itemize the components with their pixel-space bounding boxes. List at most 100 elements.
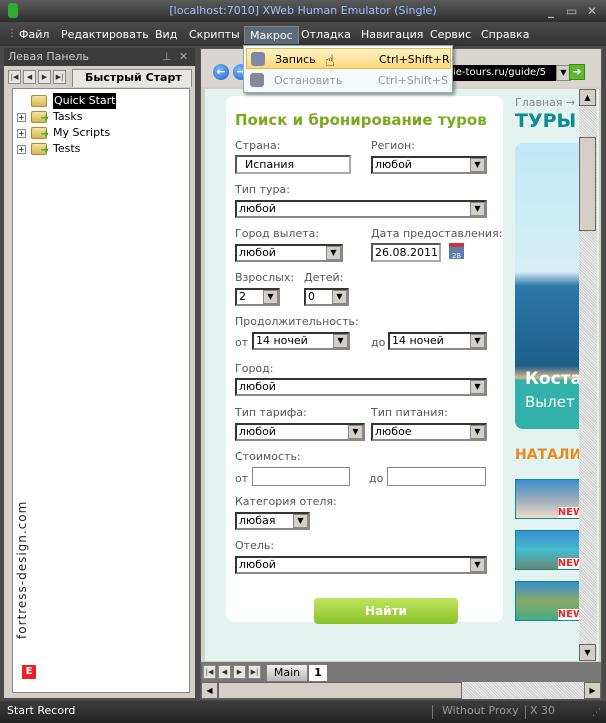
children-value: 0 — [308, 290, 315, 303]
banner-title: Коста — [525, 369, 582, 389]
breadcrumb[interactable]: Главная → Н — [515, 96, 587, 109]
tab-main[interactable]: Main — [267, 665, 307, 681]
dropdown-arrow-icon[interactable]: ▼ — [470, 558, 485, 572]
dropdown-arrow-icon[interactable]: ▼ — [470, 158, 485, 172]
menu-scripts[interactable]: Скрипты — [184, 26, 245, 44]
tour-type-value: любой — [239, 202, 276, 215]
city-from-select[interactable]: любой ▼ — [235, 244, 343, 262]
duration-to-select[interactable]: 14 ночей ▼ — [388, 332, 487, 350]
maximize-button[interactable]: ▭ — [566, 0, 577, 22]
url-field[interactable]: ie-tours.ru/guide/5 ▼ — [453, 65, 571, 81]
first-page-button[interactable]: |◀ — [203, 665, 216, 679]
city-select[interactable]: любой ▼ — [235, 378, 487, 396]
tour-type-select[interactable]: любой ▼ — [235, 200, 487, 218]
last-page-button[interactable]: ▶| — [248, 665, 261, 679]
hand-cursor-icon: ☝ — [325, 51, 335, 70]
country-label: Страна: — [235, 139, 281, 152]
tree-label: My Scripts — [53, 126, 111, 139]
last-tab-button[interactable]: ▶| — [53, 70, 66, 84]
tariff-value: любой — [239, 425, 276, 438]
menu-item-record[interactable]: Запись Ctrl+Shift+R ☝ — [246, 48, 451, 69]
hotel-value: любой — [239, 558, 276, 571]
hotel-select[interactable]: любой ▼ — [235, 556, 487, 574]
title-bar: [localhost:7010] XWeb Human Emulator (Si… — [0, 0, 606, 22]
duration-from-select[interactable]: 14 ночей ▼ — [252, 332, 350, 350]
duration-to-value: 14 ночей — [392, 334, 444, 347]
adults-select[interactable]: 2 ▼ — [235, 288, 280, 306]
first-tab-button[interactable]: |◀ — [8, 70, 21, 84]
menu-item-stop[interactable]: Остановить Ctrl+Shift+S — [246, 70, 451, 91]
menu-debug[interactable]: Отладка — [296, 26, 356, 44]
date-input[interactable]: 26.08.2011 — [371, 243, 441, 262]
prev-page-button[interactable]: ◀ — [218, 665, 231, 679]
menu-navigation[interactable]: Навигация — [356, 26, 428, 44]
dropdown-arrow-icon[interactable]: ▼ — [326, 246, 341, 260]
tariff-select[interactable]: любой ▼ — [235, 423, 365, 441]
hotel-thumbnail[interactable]: NEW — [515, 479, 585, 519]
country-input[interactable]: Испания — [235, 155, 351, 174]
region-select[interactable]: любой ▼ — [371, 156, 487, 174]
resize-grip-icon[interactable]: ⋰ — [592, 703, 601, 723]
prev-tab-button[interactable]: ◀ — [23, 70, 36, 84]
children-select[interactable]: 0 ▼ — [304, 288, 349, 306]
dropdown-arrow-icon[interactable]: ▼ — [470, 334, 485, 348]
tab-quick-start[interactable]: Быстрый Старт — [72, 69, 192, 87]
go-icon[interactable]: ➜ — [569, 64, 585, 80]
tree-label: Tasks — [53, 110, 83, 123]
menu-help[interactable]: Справка — [476, 26, 534, 44]
back-icon[interactable]: ← — [213, 64, 229, 80]
dropdown-arrow-icon[interactable]: ▼ — [348, 425, 363, 439]
tariff-label: Тип тарифа: — [235, 406, 307, 419]
promo-banner[interactable]: Коста Вылет — [515, 143, 585, 429]
dropdown-arrow-icon[interactable]: ▼ — [470, 202, 485, 216]
expand-icon[interactable]: + — [17, 129, 26, 138]
expand-icon[interactable]: + — [17, 113, 26, 122]
hotel-category-value: любая — [239, 514, 276, 527]
tab-1[interactable]: 1 — [309, 665, 327, 681]
scroll-down-icon[interactable]: ▼ — [579, 644, 596, 661]
dropdown-arrow-icon[interactable]: ▼ — [333, 334, 348, 348]
menu-file[interactable]: Файл — [14, 26, 54, 44]
menu-item-shortcut: Ctrl+Shift+R — [379, 53, 450, 66]
duration-from-value: 14 ночей — [256, 334, 308, 347]
next-tab-button[interactable]: ▶ — [38, 70, 51, 84]
scroll-thumb[interactable] — [218, 682, 462, 699]
scroll-left-icon[interactable]: ◀ — [201, 682, 218, 699]
dropdown-arrow-icon[interactable]: ▼ — [470, 425, 485, 439]
meal-value: любое — [375, 425, 412, 438]
dropdown-arrow-icon[interactable]: ▼ — [332, 290, 347, 304]
price-from-input[interactable] — [252, 467, 350, 486]
scroll-thumb[interactable] — [579, 137, 596, 231]
menu-edit[interactable]: Редактировать — [56, 26, 154, 44]
hotel-thumbnail[interactable]: NEW — [515, 581, 585, 621]
scroll-right-icon[interactable]: ▶ — [584, 682, 601, 699]
search-button[interactable]: Найти — [314, 598, 458, 624]
folder-icon: ➜ — [31, 143, 49, 156]
vertical-scrollbar[interactable]: ▲ ▼ — [579, 89, 597, 661]
minimize-button[interactable]: _ — [548, 0, 554, 22]
scroll-up-icon[interactable]: ▲ — [579, 89, 596, 106]
close-panel-icon[interactable]: ✕ — [179, 48, 188, 66]
meal-select[interactable]: любое ▼ — [371, 423, 487, 441]
dropdown-arrow-icon[interactable]: ▼ — [293, 514, 308, 528]
hotel-category-select[interactable]: любая ▼ — [235, 512, 310, 530]
dropdown-arrow-icon[interactable]: ▼ — [470, 380, 485, 394]
pin-icon[interactable]: ⊥ — [162, 48, 172, 66]
dropdown-arrow-icon[interactable]: ▼ — [263, 290, 278, 304]
expand-icon[interactable]: + — [17, 145, 26, 154]
hotel-thumbnail[interactable]: NEW — [515, 530, 585, 570]
price-to-input[interactable] — [387, 467, 486, 486]
menu-item-label: Остановить — [274, 74, 343, 87]
menu-view[interactable]: Вид — [150, 26, 182, 44]
meal-label: Тип питания: — [371, 406, 448, 419]
calendar-icon[interactable]: 28 — [449, 243, 464, 260]
status-text: Start Record — [7, 704, 76, 717]
close-button[interactable]: ✕ — [587, 0, 597, 22]
menu-service[interactable]: Сервис — [425, 26, 476, 44]
gear-stop-icon — [250, 73, 264, 87]
menu-macro[interactable]: Макрос — [244, 26, 299, 44]
window-title: [localhost:7010] XWeb Human Emulator (Si… — [169, 4, 437, 17]
horizontal-scrollbar[interactable]: ◀ ▶ — [201, 682, 601, 699]
next-page-button[interactable]: ▶ — [233, 665, 246, 679]
adults-value: 2 — [239, 290, 246, 303]
